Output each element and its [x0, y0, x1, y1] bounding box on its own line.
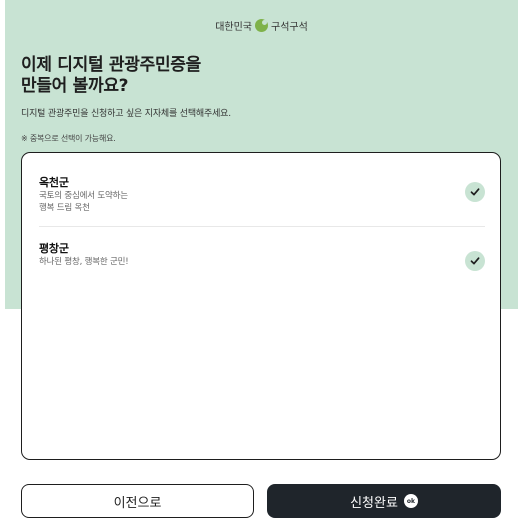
page-title-line1: 이제 디지털 관광주민증을	[21, 55, 201, 75]
check-icon[interactable]	[465, 251, 485, 271]
region-option-description: 국토의 중심에서 도약하는 행복 드림 옥천	[39, 191, 128, 213]
region-option-title: 평창군	[39, 242, 69, 255]
page-title-line2: 만들어 볼까요?	[21, 76, 129, 96]
region-option-description: 하나된 평창, 행복한 군민!	[39, 257, 129, 267]
brand-name-part2: 구석구석	[271, 22, 308, 33]
multi-select-note: ※ 중복으로 선택이 가능해요.	[21, 134, 116, 143]
brand-name-part1: 대한민국	[215, 22, 252, 33]
prev-button-label: 이전으로	[113, 495, 162, 511]
region-option-title: 옥천군	[39, 176, 69, 189]
submit-button[interactable]: 신청완료 ok	[267, 484, 501, 518]
prev-button[interactable]: 이전으로	[21, 484, 254, 518]
page-title: 이제 디지털 관광주민증을 만들어 볼까요?	[21, 55, 201, 97]
region-option-okcheon[interactable]: 옥천군 국토의 중심에서 도약하는 행복 드림 옥천	[39, 157, 485, 227]
brand-logo: 대한민국 구석구석	[0, 18, 523, 33]
region-option-list: 옥천군 국토의 중심에서 도약하는 행복 드림 옥천 평창군 하나된 평창, 행…	[21, 152, 501, 460]
page-subtitle: 디지털 관광주민을 신청하고 싶은 지자체를 선택해주세요.	[21, 109, 231, 119]
region-option-pyeongchang[interactable]: 평창군 하나된 평창, 행복한 군민!	[39, 227, 485, 297]
circle-leaf-logo-icon	[255, 19, 268, 32]
check-icon[interactable]	[465, 182, 485, 202]
ok-badge-icon: ok	[403, 494, 418, 508]
submit-button-label: 신청완료	[350, 495, 398, 511]
